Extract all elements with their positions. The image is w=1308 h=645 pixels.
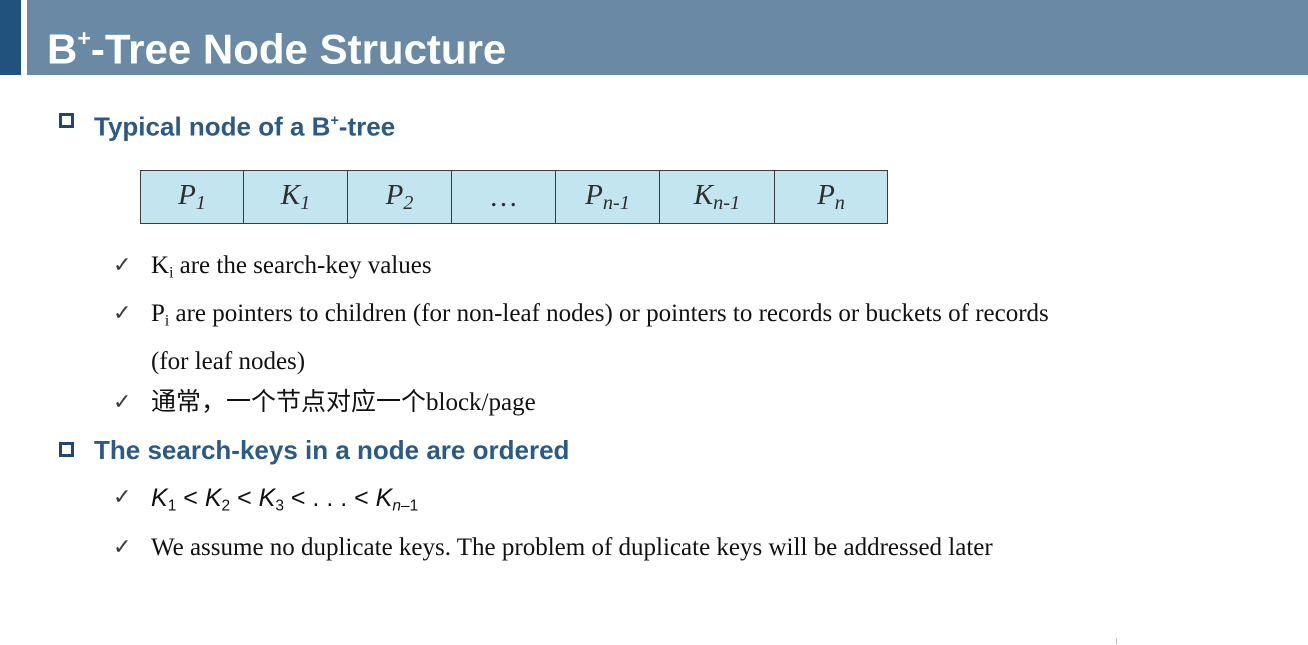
formula-k3: K — [258, 484, 276, 512]
cell-subscript: 1 — [195, 192, 206, 215]
title-prefix: B — [47, 25, 78, 73]
formula-lt: < — [176, 484, 205, 512]
formula-k1: K — [151, 484, 168, 512]
node-cell-pn-1: Pn-1 — [555, 170, 660, 224]
cell-symbol: P — [585, 178, 603, 211]
bullet-body: are the search-key values — [173, 252, 432, 279]
formula-lt: < — [230, 484, 259, 512]
bplus-node-diagram: P1 K1 P2 … Pn-1 Kn-1 Pn — [140, 170, 888, 224]
section-heading-suffix: -tree — [338, 111, 396, 142]
ordering-formula: K1 < K2 < K3 < . . . < Kn–1 — [151, 478, 418, 527]
cell-subscript: n-1 — [713, 192, 741, 215]
cell-subscript: n-1 — [602, 192, 630, 215]
formula-subn: n–1 — [392, 498, 418, 515]
slide: B+-Tree Node Structure Typical node of a… — [0, 0, 1308, 645]
node-cell-p2: P2 — [347, 170, 452, 224]
node-cell-kn-1: Kn-1 — [659, 170, 775, 224]
bullet-body-line2: (for leaf nodes) — [151, 347, 306, 375]
checkmark-icon: ✓ — [113, 390, 132, 415]
checkmark-icon: ✓ — [113, 535, 132, 560]
title-accent-bar — [0, 0, 21, 75]
cell-symbol: K — [693, 178, 714, 211]
formula-k2: K — [204, 484, 222, 512]
node-cell-k1: K1 — [243, 170, 348, 224]
node-cell-ellipsis: … — [451, 170, 556, 224]
checkmark-icon: ✓ — [113, 253, 132, 278]
bullet-lead: P — [151, 300, 165, 327]
cell-symbol: … — [489, 180, 518, 213]
formula-subn-tail: –1 — [400, 497, 419, 515]
cell-symbol: P — [385, 178, 404, 211]
checkmark-icon: ✓ — [113, 485, 132, 510]
square-bullet-icon — [59, 442, 74, 457]
node-cell-pn: Pn — [774, 170, 888, 224]
formula-dots: < . . . < — [283, 484, 376, 512]
bullet-text: We assume no duplicate keys. The problem… — [151, 534, 993, 561]
square-bullet-icon — [59, 113, 74, 128]
checkmark-icon: ✓ — [113, 301, 132, 326]
bullet-text: Pi are pointers to children (for non-lea… — [151, 294, 1049, 382]
title-superscript: + — [77, 25, 91, 51]
cell-subscript: 2 — [403, 192, 414, 215]
formula-sub2: 2 — [221, 497, 231, 515]
node-row: P1 K1 P2 … Pn-1 Kn-1 Pn — [140, 170, 888, 224]
bullet-body: are pointers to children (for non-leaf n… — [169, 300, 1049, 327]
section-heading: Typical node of a B+-tree — [94, 106, 395, 142]
section-heading-superscript: + — [330, 113, 339, 129]
cell-subscript: n — [834, 192, 845, 215]
cell-symbol: K — [280, 178, 301, 211]
formula-subn-var: n — [392, 497, 401, 515]
bullet-text: 通常，一个节点对应一个block/page — [151, 389, 536, 416]
section-heading: The search-keys in a node are ordered — [94, 435, 570, 465]
node-cell-p1: P1 — [140, 170, 244, 224]
title-suffix: -Tree Node Structure — [90, 25, 507, 73]
bullet-lead: K — [151, 252, 170, 279]
cell-subscript: 1 — [300, 192, 311, 215]
formula-sub3: 3 — [275, 497, 284, 515]
formula-kn: K — [375, 484, 393, 512]
cell-symbol: P — [178, 178, 196, 211]
corner-mark — [1116, 638, 1117, 644]
cell-symbol: P — [817, 178, 835, 211]
page-title: B+-Tree Node Structure — [47, 12, 506, 75]
section-heading-prefix: Typical node of a B — [94, 111, 331, 142]
bullet-text: Ki are the search-key values — [151, 246, 432, 294]
